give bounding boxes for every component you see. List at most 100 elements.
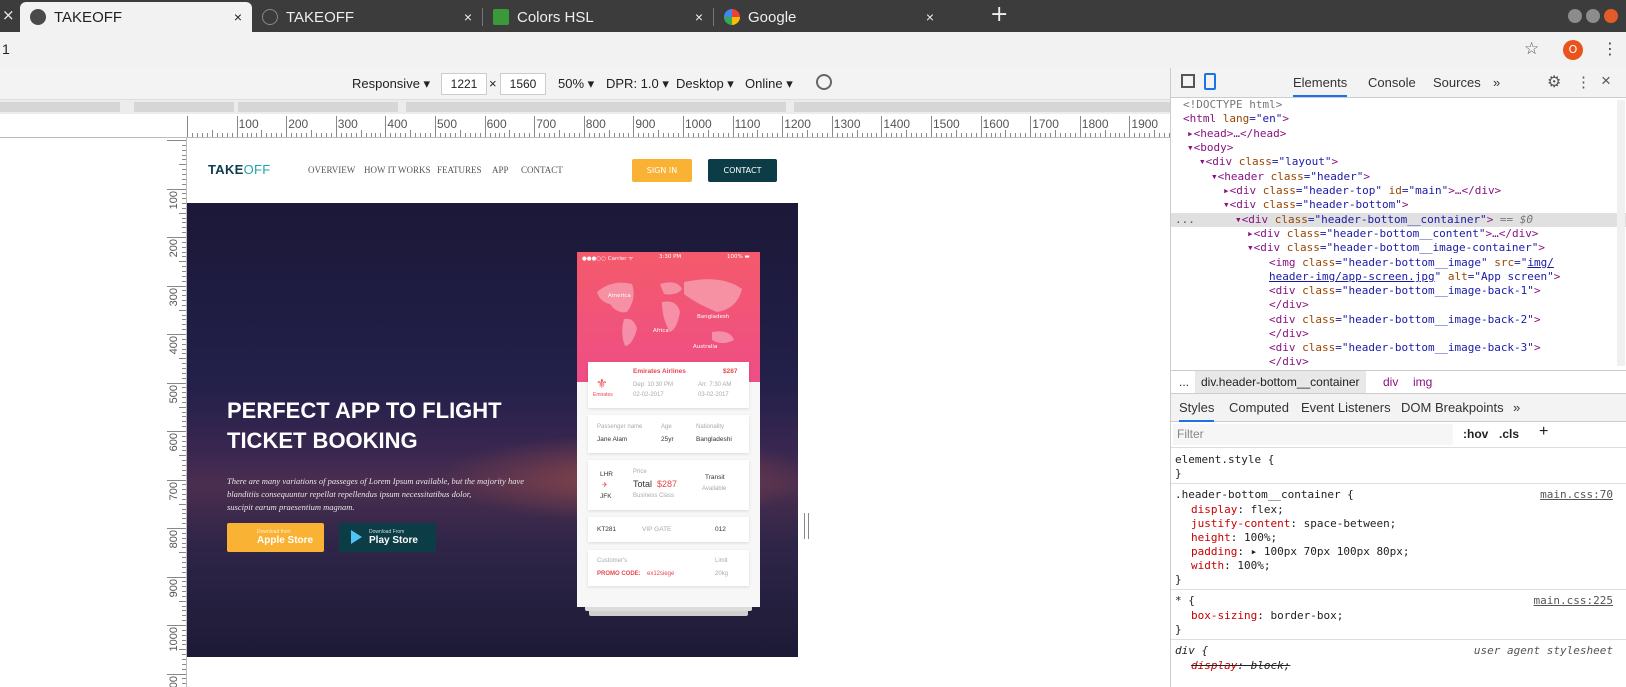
css-declaration[interactable]: display: flex; xyxy=(1191,503,1284,517)
src-link[interactable]: img/ xyxy=(1527,256,1554,269)
src-link[interactable]: header-img/app-screen.jpg xyxy=(1269,270,1435,283)
nav-features[interactable]: FEATURES xyxy=(437,165,482,175)
tab-dom-breakpoints[interactable]: DOM Breakpoints xyxy=(1401,400,1504,415)
profile-avatar[interactable]: O xyxy=(1563,40,1583,60)
zoom-dropdown[interactable]: 50% ▾ xyxy=(558,76,594,92)
breadcrumb-item[interactable]: div xyxy=(1383,375,1398,389)
dom-node[interactable]: <html lang="en"> xyxy=(1183,112,1289,126)
css-declaration[interactable]: box-sizing: border-box; xyxy=(1191,609,1343,623)
media-query-segment[interactable] xyxy=(0,102,120,112)
site-logo[interactable]: TAKEOFF xyxy=(208,162,271,177)
address-bar-row: 1 ☆ O ⋮ xyxy=(0,32,1626,68)
rotate-icon[interactable] xyxy=(816,74,832,90)
apple-store-button[interactable]: Download from Apple Store xyxy=(227,523,324,552)
nav-app[interactable]: APP xyxy=(492,165,509,175)
dom-node[interactable]: <div class="header-bottom__image-back-2"… xyxy=(1269,313,1541,327)
dom-node[interactable]: ▾<header class="header"> xyxy=(1211,170,1370,184)
dom-node-close[interactable]: </div> xyxy=(1269,355,1309,369)
hover-state-toggle[interactable]: :hov xyxy=(1463,427,1488,441)
nav-overview[interactable]: OVERVIEW xyxy=(308,165,355,175)
inspect-element-icon[interactable] xyxy=(1181,74,1195,88)
dom-node[interactable]: ▸<head>…</head> xyxy=(1187,127,1286,141)
rule-source-link[interactable]: main.css:225 xyxy=(1534,594,1613,608)
dom-node[interactable]: <!DOCTYPE html> xyxy=(1183,98,1282,112)
dom-node[interactable]: ▾<div class="header-bottom"> xyxy=(1223,198,1408,212)
menu-kebab-icon[interactable]: ⋮ xyxy=(1602,39,1618,58)
tab-takeoff-active[interactable]: TAKEOFF × xyxy=(20,2,252,32)
tab-colors-hsl[interactable]: Colors HSL × xyxy=(483,2,713,32)
media-query-segment[interactable] xyxy=(794,102,1194,112)
url-input[interactable]: 1 xyxy=(2,41,10,57)
rule-selector[interactable]: element.style { xyxy=(1175,453,1274,467)
rule-selector[interactable]: .header-bottom__container { xyxy=(1175,488,1354,502)
node-actions-icon[interactable]: ... xyxy=(1175,213,1195,227)
css-declaration[interactable]: height: 100%; xyxy=(1191,531,1277,545)
bookmark-star-icon[interactable]: ☆ xyxy=(1524,39,1539,59)
class-toggle[interactable]: .cls xyxy=(1499,427,1519,441)
tab-console[interactable]: Console xyxy=(1368,75,1416,90)
tab-event-listeners[interactable]: Event Listeners xyxy=(1301,400,1391,415)
settings-gear-icon[interactable]: ⚙ xyxy=(1547,72,1561,92)
tab-styles[interactable]: Styles xyxy=(1179,400,1215,422)
css-declaration-overridden[interactable]: display: block; xyxy=(1191,659,1290,673)
media-query-segment[interactable] xyxy=(238,102,398,112)
new-tab-button[interactable]: + xyxy=(990,2,1008,27)
breadcrumb-item[interactable]: div.header-bottom__container xyxy=(1195,371,1366,393)
close-icon[interactable]: × xyxy=(2,6,15,24)
breadcrumb-item[interactable]: img xyxy=(1413,375,1432,389)
tab-close-icon[interactable]: × xyxy=(464,9,472,25)
dpr-dropdown[interactable]: DPR: 1.0 ▾ xyxy=(606,76,669,92)
dom-node-continued[interactable]: header-img/app-screen.jpg" alt="App scre… xyxy=(1269,270,1560,284)
window-close-icon[interactable] xyxy=(1604,9,1618,23)
more-tabs-icon[interactable]: » xyxy=(1493,75,1500,90)
css-declaration[interactable]: justify-content: space-between; xyxy=(1191,517,1396,531)
rule-source-link[interactable]: main.css:70 xyxy=(1540,488,1613,502)
viewport-height-input[interactable]: 1560 xyxy=(500,73,546,95)
tab-google[interactable]: Google × xyxy=(714,2,944,32)
css-declaration[interactable]: width: 100%; xyxy=(1191,559,1271,573)
tab-close-icon[interactable]: × xyxy=(926,9,934,25)
new-rule-button[interactable]: + xyxy=(1539,423,1548,441)
device-toggle-icon[interactable] xyxy=(1204,73,1216,90)
tab-close-icon[interactable]: × xyxy=(695,9,703,25)
tab-elements[interactable]: Elements xyxy=(1293,75,1348,97)
dom-node[interactable]: <div class="header-bottom__image-back-3"… xyxy=(1269,341,1541,355)
dom-node[interactable]: ▾<body> xyxy=(1187,141,1233,155)
tab-computed[interactable]: Computed xyxy=(1229,400,1289,415)
sign-in-button[interactable]: SIGN IN xyxy=(632,159,692,182)
rule-selector[interactable]: * { xyxy=(1175,594,1195,608)
minimize-icon[interactable] xyxy=(1568,9,1582,23)
devtools-close-icon[interactable]: × xyxy=(1601,71,1611,91)
viewport-width-input[interactable]: 1221 xyxy=(441,73,487,95)
dom-node-close[interactable]: </div> xyxy=(1269,298,1309,312)
device-type-dropdown[interactable]: Desktop ▾ xyxy=(676,76,734,92)
dom-node-selected[interactable]: ... ▾<div class="header-bottom__containe… xyxy=(1171,213,1626,227)
media-query-segment[interactable] xyxy=(406,102,786,112)
css-declaration[interactable]: padding: ▸ 100px 70px 100px 80px; xyxy=(1191,545,1410,559)
responsive-dropdown[interactable]: Responsive ▾ xyxy=(352,76,430,92)
contact-button[interactable]: CONTACT xyxy=(708,159,777,182)
play-store-button[interactable]: Download From Play Store xyxy=(339,523,436,552)
media-query-segment[interactable] xyxy=(134,102,234,112)
more-subtabs-icon[interactable]: » xyxy=(1513,400,1520,415)
network-throttle-dropdown[interactable]: Online ▾ xyxy=(745,76,793,92)
rule-selector[interactable]: div { xyxy=(1175,644,1208,658)
dom-node[interactable]: ▸<div class="header-top" id="main">…</di… xyxy=(1223,184,1501,198)
dom-scrollbar[interactable] xyxy=(1617,100,1625,366)
tab-sources[interactable]: Sources xyxy=(1433,75,1481,90)
styles-filter-input[interactable]: Filter xyxy=(1173,424,1453,445)
nav-contact[interactable]: CONTACT xyxy=(521,165,563,175)
dom-node[interactable]: <img class="header-bottom__image" src="i… xyxy=(1269,256,1554,270)
dom-node[interactable]: ▾<div class="header-bottom__image-contai… xyxy=(1247,241,1545,255)
tab-takeoff[interactable]: TAKEOFF × xyxy=(252,2,482,32)
dom-node-close[interactable]: </div> xyxy=(1269,327,1309,341)
viewport-resize-handle[interactable] xyxy=(804,513,809,539)
dom-node[interactable]: ▸<div class="header-bottom__content">…</… xyxy=(1247,227,1538,241)
tab-close-icon[interactable]: × xyxy=(234,9,242,25)
dom-node[interactable]: <div class="header-bottom__image-back-1"… xyxy=(1269,284,1541,298)
nav-how-it-works[interactable]: HOW IT WORKS xyxy=(364,165,431,175)
dom-node[interactable]: ▾<div class="layout"> xyxy=(1199,155,1338,169)
breadcrumb-more[interactable]: ... xyxy=(1179,375,1189,389)
devtools-menu-icon[interactable]: ⋮ xyxy=(1576,73,1591,91)
maximize-icon[interactable] xyxy=(1586,9,1600,23)
